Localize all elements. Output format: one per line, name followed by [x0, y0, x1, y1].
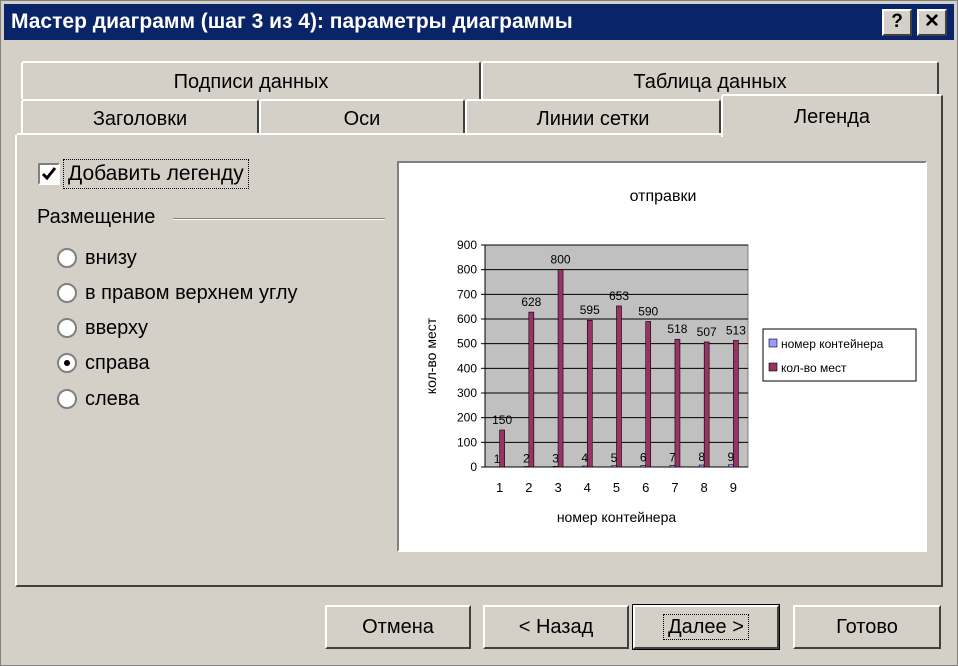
x-tick-label: 6 — [642, 480, 649, 495]
radio-right[interactable] — [57, 353, 77, 373]
radio-bottom[interactable] — [57, 248, 77, 268]
legend-entry: кол-во мест — [781, 361, 847, 375]
data-label-2: 507 — [697, 325, 717, 339]
bar-1 — [698, 464, 705, 468]
bar-1 — [611, 465, 617, 468]
tab-legend[interactable]: Легенда — [721, 94, 943, 137]
radio-right-label[interactable]: справа — [85, 352, 150, 375]
data-label-2: 590 — [638, 304, 658, 318]
tab-gridlines[interactable]: Линии сетки — [465, 99, 721, 135]
bar-1 — [552, 465, 559, 468]
chart-title: отправки — [630, 188, 697, 205]
tab-titles[interactable]: Заголовки — [21, 99, 259, 135]
radio-dot-icon — [64, 360, 70, 366]
cancel-button[interactable]: Отмена — [325, 605, 471, 649]
finish-button-label: Готово — [836, 616, 898, 638]
radio-top-label[interactable]: вверху — [85, 317, 148, 340]
data-label-2: 518 — [667, 322, 687, 336]
chart-wizard-dialog: Мастер диаграмм (шаг 3 из 4): параметры … — [0, 0, 958, 666]
tab-data-labels[interactable]: Подписи данных — [21, 61, 481, 99]
bar-2 — [586, 319, 593, 468]
y-tick-label: 200 — [457, 411, 477, 425]
bar-2 — [528, 311, 535, 468]
y-tick-label: 100 — [457, 435, 477, 449]
radio-corner[interactable] — [57, 283, 77, 303]
close-button[interactable]: ✕ — [917, 9, 947, 36]
y-tick-label: 600 — [457, 312, 477, 326]
data-label-2: 150 — [492, 413, 512, 427]
data-label-2: 653 — [609, 289, 629, 303]
cancel-button-label: Отмена — [362, 616, 434, 638]
data-label-2: 628 — [521, 295, 541, 309]
data-label-2: 595 — [580, 303, 600, 317]
data-label-2: 800 — [551, 253, 571, 267]
bar-2 — [703, 341, 710, 468]
add-legend-label[interactable]: Добавить легенду — [63, 159, 249, 189]
bar-1 — [581, 465, 588, 468]
x-tick-label: 1 — [496, 480, 503, 495]
x-tick-label: 9 — [730, 480, 737, 495]
radio-bottom-label[interactable]: внизу — [85, 247, 137, 270]
back-button-label: < Назад — [518, 616, 594, 638]
y-tick-label: 700 — [457, 287, 477, 301]
legend-swatch — [768, 362, 778, 372]
y-axis-title: кол-во мест — [423, 317, 439, 394]
help-button[interactable]: ? — [882, 9, 912, 36]
next-button-label: Далее > — [663, 614, 749, 640]
x-tick-label: 3 — [554, 480, 561, 495]
x-tick-label: 2 — [525, 480, 532, 495]
bar-2 — [557, 269, 564, 468]
bar-2 — [733, 340, 739, 468]
y-tick-label: 300 — [457, 386, 477, 400]
placement-group-label: Размещение — [37, 206, 156, 228]
y-tick-label: 900 — [457, 238, 477, 252]
title-bar: Мастер диаграмм (шаг 3 из 4): параметры … — [4, 4, 954, 40]
bar-2 — [645, 321, 652, 468]
bar-1 — [640, 465, 647, 468]
radio-top[interactable] — [57, 318, 77, 338]
radio-left[interactable] — [57, 389, 77, 409]
checkmark-icon — [41, 167, 57, 181]
add-legend-checkbox[interactable] — [38, 163, 60, 185]
dialog-title: Мастер диаграмм (шаг 3 из 4): параметры … — [11, 10, 573, 33]
bar-2 — [674, 338, 681, 468]
y-tick-label: 0 — [470, 460, 477, 474]
bar-2 — [499, 429, 505, 468]
y-tick-label: 500 — [457, 337, 477, 351]
back-button[interactable]: < Назад — [483, 605, 629, 649]
bar-2 — [616, 305, 622, 468]
radio-corner-label[interactable]: в правом верхнем углу — [85, 282, 298, 305]
chart-preview: отправки 0 100 200 300 400 500 600 700 800 900 1 1 15… — [397, 161, 927, 552]
legend-entry: номер контейнера — [781, 337, 884, 351]
y-tick-label: 800 — [457, 263, 477, 277]
data-label-2: 513 — [726, 323, 746, 337]
chart-svg: отправки01002003004005006007008009001115… — [423, 188, 917, 525]
tab-axes[interactable]: Оси — [259, 99, 465, 135]
x-tick-label: 8 — [701, 480, 708, 495]
y-tick-label: 400 — [457, 361, 477, 375]
x-tick-label: 5 — [613, 480, 620, 495]
x-tick-label: 4 — [584, 480, 591, 495]
radio-left-label[interactable]: слева — [85, 388, 139, 411]
next-button[interactable]: Далее > — [632, 604, 780, 650]
x-axis-title: номер контейнера — [557, 509, 677, 525]
x-tick-label: 7 — [671, 480, 678, 495]
bar-1 — [669, 464, 676, 468]
group-divider — [173, 218, 385, 220]
legend-swatch — [768, 338, 778, 348]
bar-1 — [728, 464, 734, 468]
finish-button[interactable]: Готово — [793, 605, 941, 649]
